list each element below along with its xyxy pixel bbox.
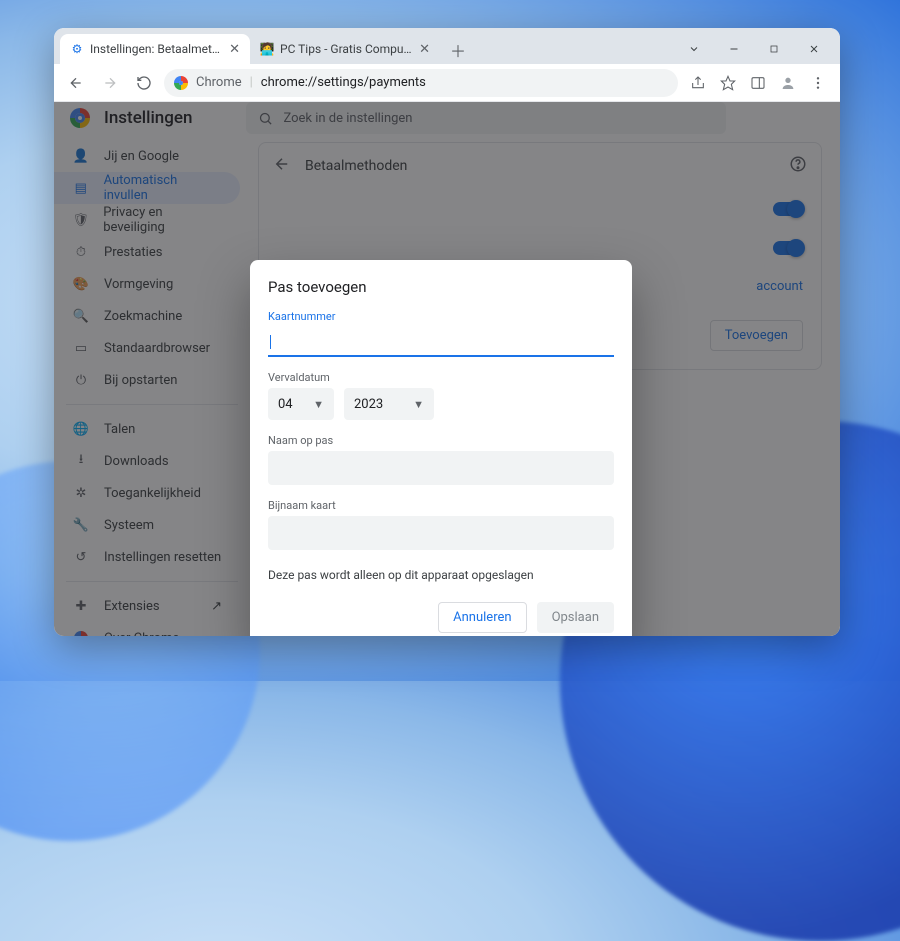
share-icon[interactable] [684, 69, 712, 97]
window-controls [674, 34, 834, 64]
browser-window: ⚙ Instellingen: Betaalmethoden ✕ 🧑‍💻 PC … [54, 28, 840, 636]
card-number-input[interactable] [268, 327, 614, 357]
chrome-icon [174, 75, 188, 90]
settings-content: Instellingen Zoek in de instellingen 👤Ji… [54, 102, 840, 636]
menu-icon[interactable] [804, 69, 832, 97]
gear-icon: ⚙ [70, 42, 84, 56]
profile-icon[interactable] [774, 69, 802, 97]
text-caret [270, 335, 271, 349]
expiry-label: Vervaldatum [268, 371, 614, 384]
card-nickname-input[interactable] [268, 516, 614, 550]
reload-button[interactable] [130, 69, 158, 97]
dialog-title: Pas toevoegen [268, 278, 614, 296]
add-card-dialog: Pas toevoegen Kaartnummer Vervaldatum 04… [250, 260, 632, 636]
favicon-icon: 🧑‍💻 [260, 42, 274, 56]
url-path: chrome://settings/payments [261, 75, 426, 90]
minimize-button[interactable] [714, 34, 754, 64]
tab-title: PC Tips - Gratis Computer Tips, i [280, 42, 413, 56]
star-icon[interactable] [714, 69, 742, 97]
address-bar[interactable]: Chrome | chrome://settings/payments [164, 69, 678, 97]
close-window-button[interactable] [794, 34, 834, 64]
close-icon[interactable]: ✕ [419, 42, 430, 57]
chevron-down-icon[interactable] [674, 34, 714, 64]
card-number-label: Kaartnummer [268, 310, 614, 323]
expiry-month-select[interactable]: 04 ▼ [268, 388, 334, 420]
back-button[interactable] [62, 69, 90, 97]
cancel-button[interactable]: Annuleren [438, 602, 526, 633]
chevron-down-icon: ▼ [413, 398, 424, 411]
new-tab-button[interactable]: ＋ [444, 36, 472, 64]
forward-button[interactable] [96, 69, 124, 97]
url-scheme: Chrome [196, 75, 242, 90]
chevron-down-icon: ▼ [313, 398, 324, 411]
tab-settings-payments[interactable]: ⚙ Instellingen: Betaalmethoden ✕ [60, 34, 250, 64]
expiry-year-select[interactable]: 2023 ▼ [344, 388, 434, 420]
name-label: Naam op pas [268, 434, 614, 447]
nickname-label: Bijnaam kaart [268, 499, 614, 512]
toolbar: Chrome | chrome://settings/payments [54, 64, 840, 102]
close-icon[interactable]: ✕ [229, 42, 240, 57]
side-panel-icon[interactable] [744, 69, 772, 97]
tab-strip: ⚙ Instellingen: Betaalmethoden ✕ 🧑‍💻 PC … [54, 28, 840, 64]
maximize-button[interactable] [754, 34, 794, 64]
tab-pctips[interactable]: 🧑‍💻 PC Tips - Gratis Computer Tips, i ✕ [250, 34, 440, 64]
tab-title: Instellingen: Betaalmethoden [90, 42, 223, 56]
save-button[interactable]: Opslaan [537, 602, 614, 633]
cardholder-name-input[interactable] [268, 451, 614, 485]
helper-text: Deze pas wordt alleen op dit apparaat op… [268, 568, 614, 582]
